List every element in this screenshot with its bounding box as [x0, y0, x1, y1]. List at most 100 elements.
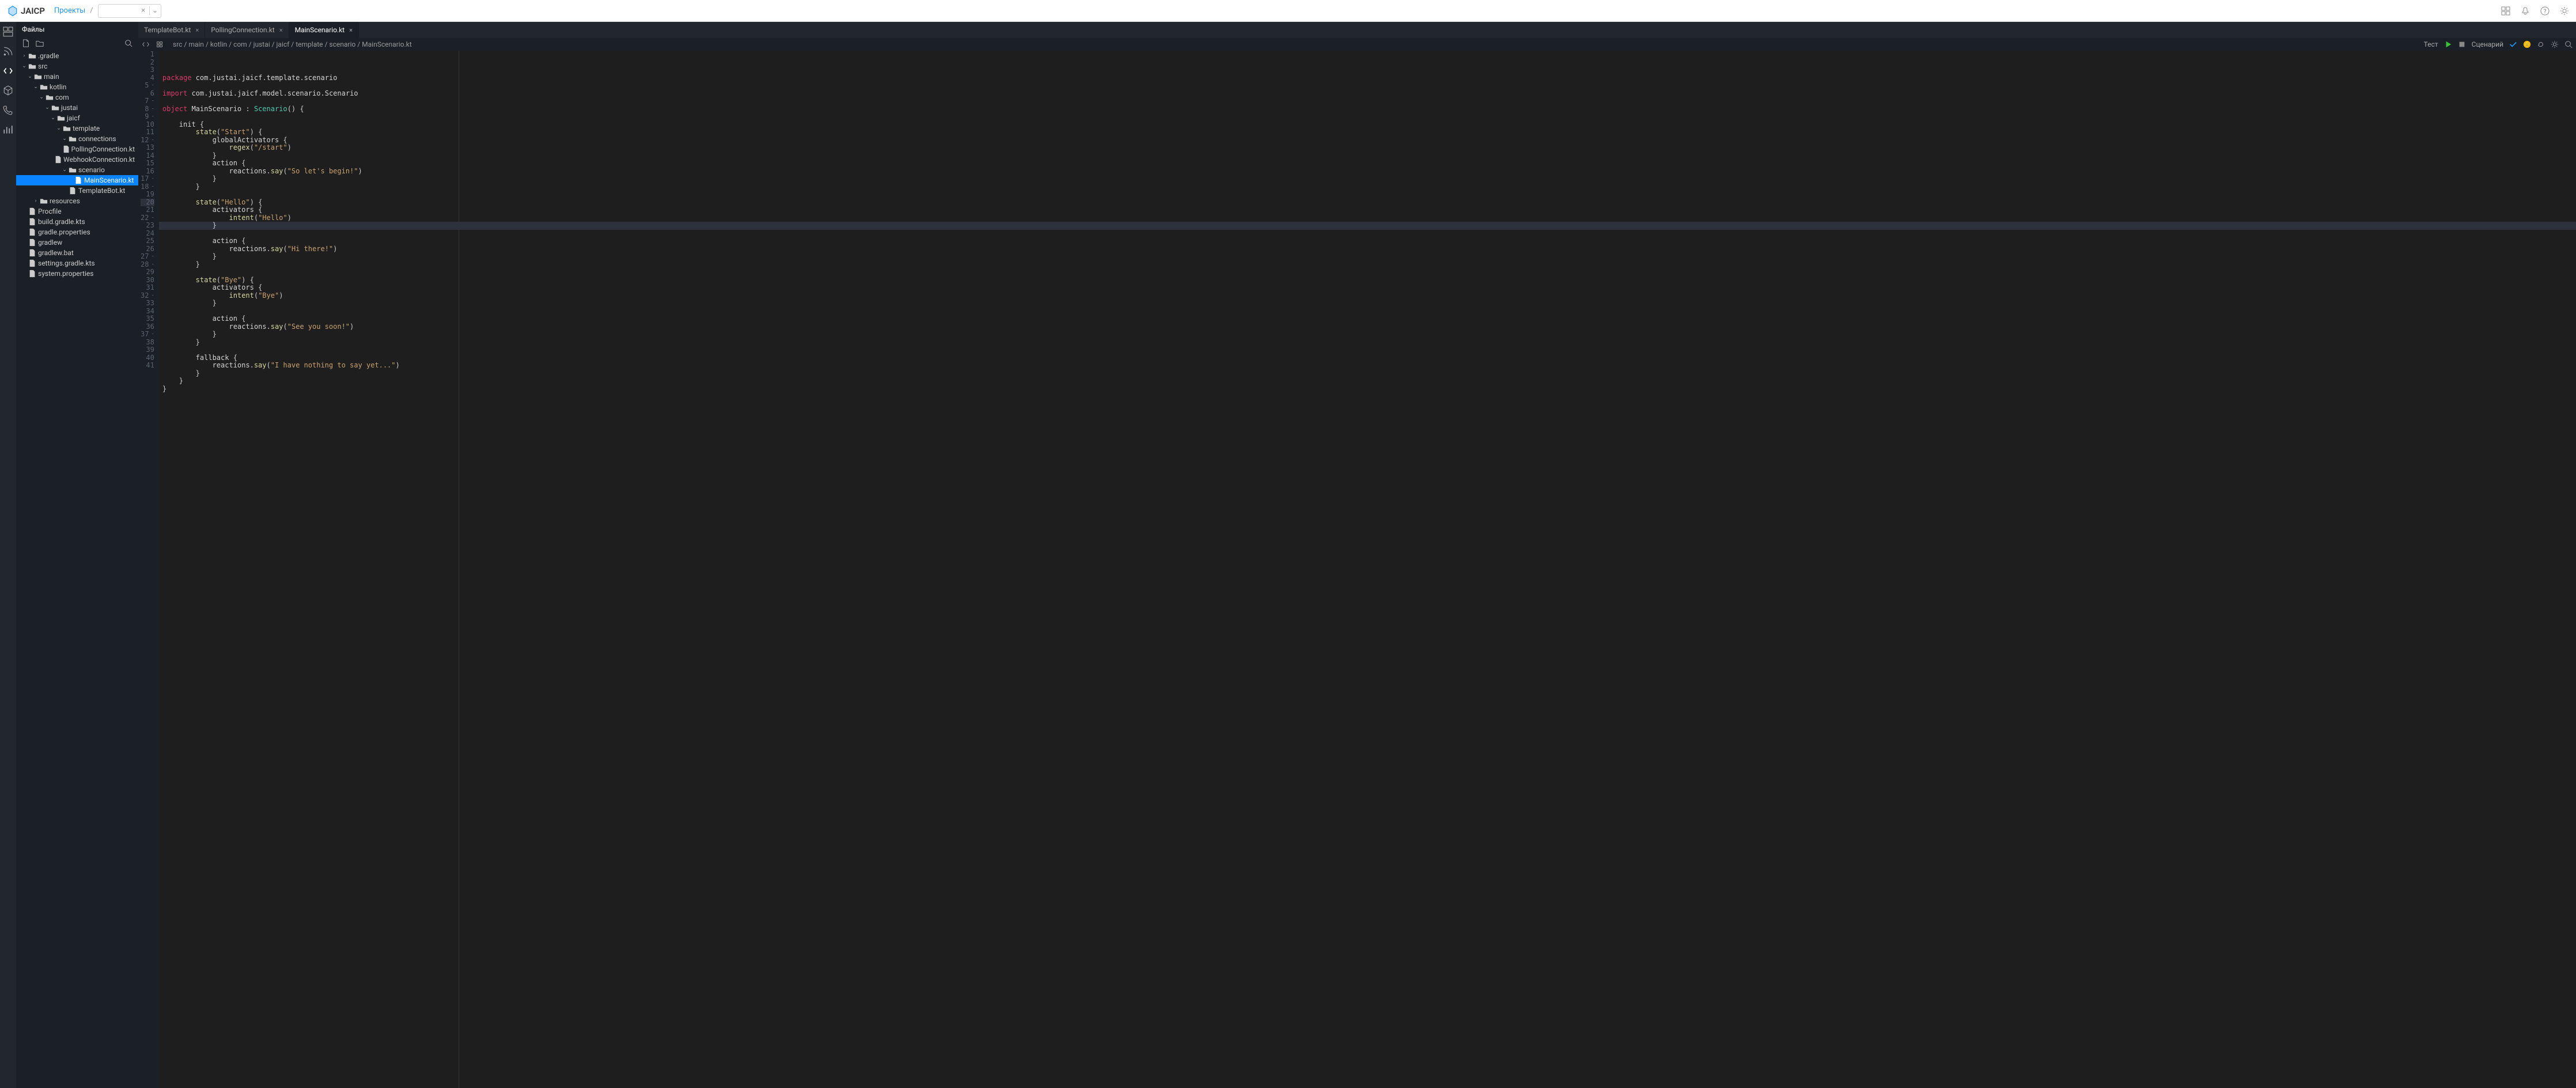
code-line[interactable]: activators {	[162, 206, 2576, 214]
rail-code-icon[interactable]	[3, 66, 13, 76]
code-line[interactable]: action {	[162, 315, 2576, 323]
code-line[interactable]: regex("/start")	[162, 144, 2576, 152]
fold-icon[interactable]: -	[151, 137, 154, 145]
code-line[interactable]	[162, 82, 2576, 90]
tree-folder[interactable]: ⌄connections	[16, 134, 138, 144]
tree-file[interactable]: gradlew.bat	[16, 248, 138, 258]
editor-tab[interactable]: MainScenario.kt×	[289, 22, 359, 38]
code-content[interactable]: package com.justai.jaicf.template.scenar…	[159, 51, 2576, 1088]
rail-cube-icon[interactable]	[3, 85, 13, 96]
projects-link[interactable]: Проекты	[54, 6, 85, 15]
search-icon[interactable]	[124, 39, 133, 47]
close-icon[interactable]: ×	[349, 26, 353, 34]
code-line[interactable]: globalActivators {	[162, 137, 2576, 145]
code-line[interactable]: }	[162, 261, 2576, 269]
fold-icon[interactable]: -	[151, 175, 154, 183]
code-line[interactable]: import com.justai.jaicf.model.scenario.S…	[162, 90, 2576, 98]
code-line[interactable]: intent("Bye")	[162, 292, 2576, 300]
code-line[interactable]: object MainScenario : Scenario() {	[162, 105, 2576, 113]
gear-icon[interactable]	[2551, 40, 2559, 48]
tree-arrow-icon[interactable]: ⌄	[61, 136, 68, 142]
toolbar-code-icon[interactable]	[142, 40, 150, 48]
code-line[interactable]: reactions.say("Hi there!")	[162, 245, 2576, 253]
tree-file[interactable]: MainScenario.kt	[16, 175, 138, 185]
tree-folder[interactable]: ⌄main	[16, 71, 138, 82]
fold-icon[interactable]: -	[151, 331, 154, 339]
code-line[interactable]: }	[162, 331, 2576, 339]
clear-icon[interactable]: ×	[138, 6, 149, 15]
code-line[interactable]: }	[162, 175, 2576, 183]
tree-arrow-icon[interactable]: ⌄	[21, 63, 28, 69]
tree-file[interactable]: gradle.properties	[16, 227, 138, 237]
fold-icon[interactable]: -	[151, 82, 154, 90]
project-selector[interactable]: × ⌄	[98, 4, 161, 18]
tree-file[interactable]: WebhookConnection.kt	[16, 154, 138, 165]
fold-icon[interactable]: -	[151, 183, 154, 191]
tree-file[interactable]: system.properties	[16, 268, 138, 279]
code-line[interactable]	[162, 268, 2576, 276]
code-line[interactable]	[162, 346, 2576, 354]
undo-icon[interactable]	[2537, 40, 2545, 48]
code-line[interactable]: activators {	[162, 284, 2576, 292]
code-editor[interactable]: 12345-67-8-9-101112-1314151617-18-192021…	[138, 51, 2576, 1088]
tree-file[interactable]: build.gradle.kts	[16, 217, 138, 227]
toolbar-structure-icon[interactable]	[156, 40, 164, 48]
grid-icon[interactable]	[2501, 6, 2510, 16]
code-line[interactable]: }	[162, 339, 2576, 347]
rail-analytics-icon[interactable]	[3, 124, 13, 135]
code-line[interactable]: }	[162, 300, 2576, 308]
code-line[interactable]: action {	[162, 237, 2576, 245]
close-icon[interactable]: ×	[195, 26, 199, 34]
tree-folder[interactable]: ⌄kotlin	[16, 82, 138, 92]
editor-tab[interactable]: PollingConnection.kt×	[205, 22, 289, 38]
code-line[interactable]: fallback {	[162, 354, 2576, 362]
fold-icon[interactable]: -	[151, 97, 154, 105]
check-icon[interactable]	[2509, 40, 2517, 48]
code-line[interactable]: }	[162, 370, 2576, 378]
code-line[interactable]: reactions.say("I have nothing to say yet…	[162, 362, 2576, 370]
code-line[interactable]: }	[159, 222, 2576, 230]
code-line[interactable]	[162, 113, 2576, 121]
fold-icon[interactable]: -	[151, 214, 154, 222]
tree-arrow-icon[interactable]: ⌄	[55, 126, 62, 131]
run-icon[interactable]	[2444, 40, 2452, 48]
code-line[interactable]: reactions.say("So let's begin!")	[162, 168, 2576, 176]
tree-arrow-icon[interactable]: ›	[32, 198, 39, 204]
tree-folder[interactable]: ⌄com	[16, 92, 138, 103]
tree-folder[interactable]: ⌄scenario	[16, 165, 138, 175]
code-line[interactable]	[162, 230, 2576, 238]
chevron-down-icon[interactable]: ⌄	[149, 6, 161, 15]
code-line[interactable]: package com.justai.jaicf.template.scenar…	[162, 74, 2576, 82]
close-icon[interactable]: ×	[279, 26, 283, 34]
tree-file[interactable]: PollingConnection.kt	[16, 144, 138, 154]
fold-icon[interactable]: -	[151, 253, 154, 261]
code-line[interactable]: state("Start") {	[162, 128, 2576, 137]
bell-icon[interactable]	[2521, 6, 2530, 16]
new-file-icon[interactable]	[22, 39, 30, 47]
code-line[interactable]: state("Hello") {	[162, 199, 2576, 207]
tree-arrow-icon[interactable]: ⌄	[61, 167, 68, 173]
code-line[interactable]: state("Bye") {	[162, 276, 2576, 285]
tree-file[interactable]: TemplateBot.kt	[16, 185, 138, 196]
code-line[interactable]: init {	[162, 121, 2576, 129]
tree-folder[interactable]: ⌄template	[16, 123, 138, 134]
tree-folder[interactable]: ⌄jaicf	[16, 113, 138, 123]
editor-tab[interactable]: TemplateBot.kt×	[138, 22, 205, 38]
tree-file[interactable]: settings.gradle.kts	[16, 258, 138, 268]
help-icon[interactable]: ?	[2540, 6, 2549, 16]
tree-folder[interactable]: ›resources	[16, 196, 138, 206]
gear-icon[interactable]	[2560, 6, 2569, 16]
new-folder-icon[interactable]	[36, 39, 44, 47]
code-line[interactable]: action {	[162, 160, 2576, 168]
code-line[interactable]: reactions.say("See you soon!")	[162, 323, 2576, 331]
tree-arrow-icon[interactable]: ⌄	[44, 105, 51, 111]
fold-icon[interactable]: -	[151, 292, 154, 300]
code-line[interactable]: }	[162, 385, 2576, 393]
tree-arrow-icon[interactable]: ⌄	[27, 74, 33, 79]
rail-dashboard-icon[interactable]	[3, 26, 13, 37]
fold-icon[interactable]: -	[151, 261, 154, 269]
stop-icon[interactable]	[2458, 40, 2466, 48]
tree-folder[interactable]: ⌄justai	[16, 103, 138, 113]
fold-icon[interactable]: -	[151, 113, 154, 121]
tree-arrow-icon[interactable]: ›	[21, 53, 28, 59]
